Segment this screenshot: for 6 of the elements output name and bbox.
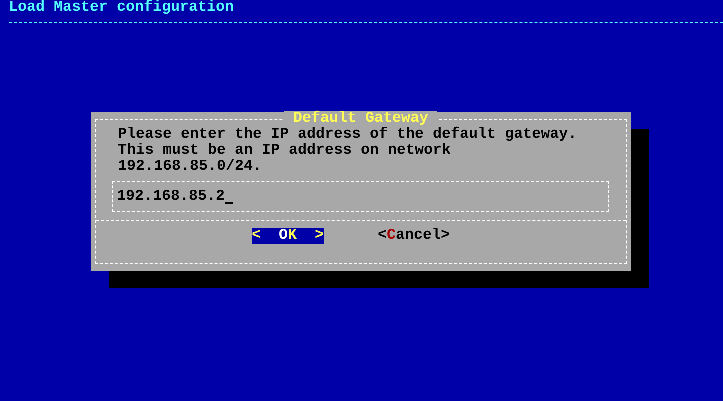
cancel-button[interactable]: <Cancel> bbox=[378, 228, 450, 244]
input-field[interactable]: 192.168.85.2 bbox=[112, 181, 609, 212]
screen-title: Load Master configuration bbox=[9, 0, 234, 16]
ok-button[interactable]: < OK > bbox=[252, 228, 324, 244]
dialog-title: Default Gateway bbox=[284, 111, 438, 127]
dialog-message: Please enter the IP address of the default gateway. This must be an IP address on network 192.168.85.0/24. bbox=[118, 127, 578, 175]
